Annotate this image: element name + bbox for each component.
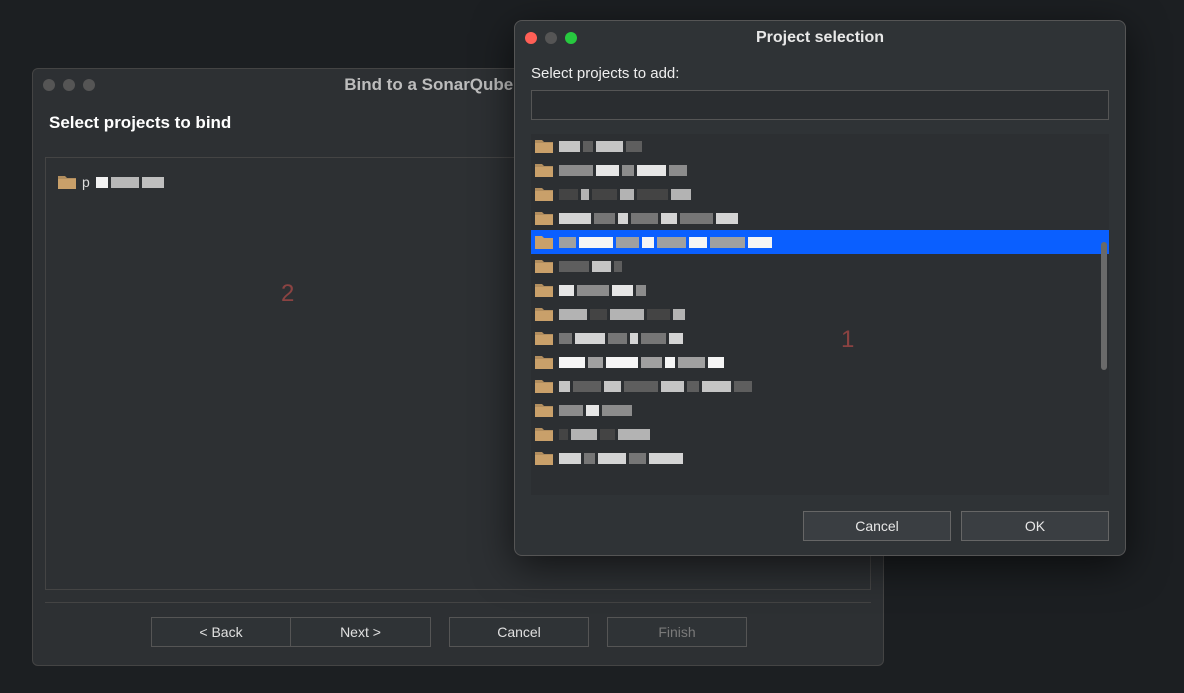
folder-icon xyxy=(535,211,553,225)
redacted-text xyxy=(559,285,646,296)
list-item[interactable] xyxy=(531,446,1109,470)
list-item[interactable] xyxy=(531,422,1109,446)
redacted-text xyxy=(559,237,772,248)
redacted-text xyxy=(559,333,683,344)
list-item[interactable] xyxy=(531,158,1109,182)
list-item[interactable] xyxy=(531,350,1109,374)
list-item-label: p xyxy=(82,174,90,190)
folder-icon xyxy=(535,427,553,441)
finish-button: Finish xyxy=(607,617,747,647)
folder-icon xyxy=(535,259,553,273)
dialog-label: Select projects to add: xyxy=(531,65,1109,82)
list-item[interactable] xyxy=(531,398,1109,422)
minimize-icon[interactable] xyxy=(545,32,557,44)
redacted-text xyxy=(559,405,632,416)
redacted-text xyxy=(96,177,164,188)
list-item[interactable] xyxy=(531,302,1109,326)
cancel-button[interactable]: Cancel xyxy=(449,617,589,647)
wizard-footer: < Back Next > Cancel Finish xyxy=(45,602,871,665)
dialog-titlebar: Project selection xyxy=(515,21,1125,55)
list-item[interactable] xyxy=(531,206,1109,230)
maximize-icon[interactable] xyxy=(565,32,577,44)
project-selection-dialog: Project selection Select projects to add… xyxy=(514,20,1126,556)
dialog-title: Project selection xyxy=(515,29,1125,47)
redacted-text xyxy=(559,429,650,440)
redacted-text xyxy=(559,357,724,368)
redacted-text xyxy=(559,309,685,320)
folder-icon xyxy=(535,139,553,153)
folder-icon xyxy=(535,283,553,297)
list-item[interactable] xyxy=(531,182,1109,206)
next-button[interactable]: Next > xyxy=(291,617,431,647)
close-icon[interactable] xyxy=(525,32,537,44)
redacted-text xyxy=(559,213,738,224)
list-item[interactable] xyxy=(531,374,1109,398)
list-item[interactable] xyxy=(531,134,1109,158)
project-list[interactable]: 1 xyxy=(531,134,1109,495)
list-item[interactable] xyxy=(531,230,1109,254)
traffic-lights xyxy=(43,79,95,91)
list-item[interactable] xyxy=(531,278,1109,302)
close-icon[interactable] xyxy=(43,79,55,91)
folder-icon xyxy=(535,403,553,417)
folder-icon xyxy=(535,187,553,201)
folder-icon xyxy=(535,163,553,177)
redacted-text xyxy=(559,189,691,200)
ok-button[interactable]: OK xyxy=(961,511,1109,541)
folder-icon xyxy=(535,451,553,465)
list-item[interactable] xyxy=(531,326,1109,350)
redacted-text xyxy=(559,141,642,152)
annotation-2: 2 xyxy=(281,280,294,308)
folder-icon xyxy=(535,235,553,249)
annotation-1: 1 xyxy=(841,326,854,354)
folder-icon xyxy=(535,331,553,345)
redacted-text xyxy=(559,453,683,464)
folder-icon xyxy=(535,355,553,369)
minimize-icon[interactable] xyxy=(63,79,75,91)
redacted-text xyxy=(559,165,687,176)
traffic-lights xyxy=(525,32,577,44)
dialog-footer: Cancel OK xyxy=(515,499,1125,555)
dialog-body: Select projects to add: 1 xyxy=(515,55,1125,499)
folder-icon xyxy=(58,175,76,189)
list-item[interactable] xyxy=(531,254,1109,278)
maximize-icon[interactable] xyxy=(83,79,95,91)
redacted-text xyxy=(559,381,752,392)
folder-icon xyxy=(535,307,553,321)
search-input[interactable] xyxy=(531,90,1109,120)
scrollbar-thumb[interactable] xyxy=(1101,242,1107,370)
folder-icon xyxy=(535,379,553,393)
redacted-text xyxy=(559,261,622,272)
back-button[interactable]: < Back xyxy=(151,617,291,647)
cancel-button[interactable]: Cancel xyxy=(803,511,951,541)
